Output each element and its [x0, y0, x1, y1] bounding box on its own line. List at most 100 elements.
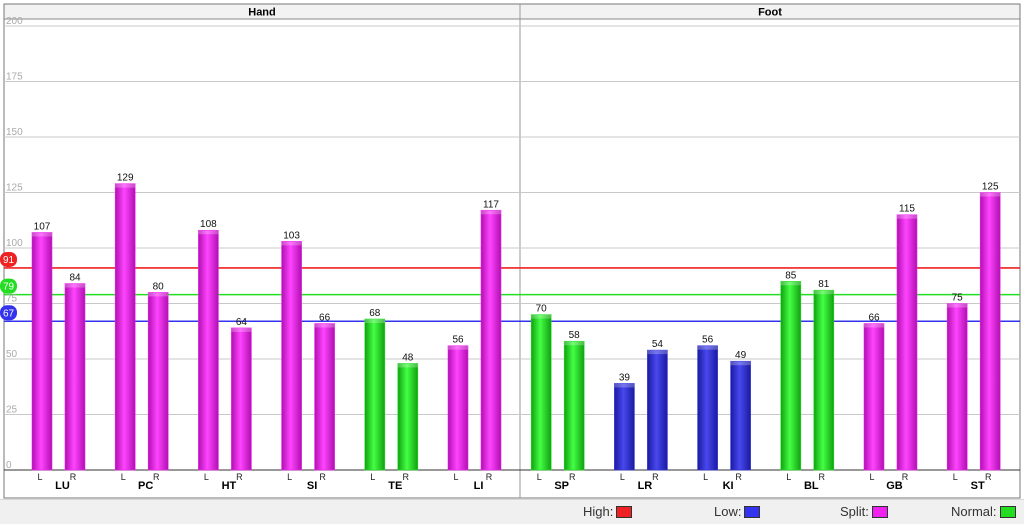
bar-sp-r [563, 340, 585, 471]
bar-value-label: 103 [283, 230, 300, 241]
bar-value-label: 115 [899, 204, 915, 215]
side-label-l: L [620, 472, 625, 482]
side-label-r: R [735, 472, 742, 482]
bar-value-label: 70 [536, 304, 548, 315]
bar-value-label: 58 [569, 330, 581, 341]
y-tick-label: 75 [6, 294, 18, 305]
bar-li-r [480, 209, 502, 471]
bar-ht-r [231, 327, 252, 471]
legend-item-high: High: [583, 504, 633, 519]
bar-cap [148, 292, 169, 297]
panel-title-hand: Hand [248, 7, 276, 19]
side-label-l: L [786, 472, 791, 482]
bar-value-label: 81 [818, 279, 830, 290]
side-label-l: L [869, 472, 874, 482]
bar-lr-r [647, 349, 668, 471]
bar-si-l [281, 241, 302, 471]
side-label-l: L [370, 472, 375, 482]
side-label-l: L [703, 472, 708, 482]
bar-st-r [979, 192, 1001, 471]
bar-bl-l [780, 280, 802, 471]
bar-ht-l [198, 229, 219, 471]
bar-sp-l [530, 314, 552, 471]
bar-cap [481, 210, 501, 215]
bar-value-label: 75 [952, 293, 964, 304]
bar-value-label: 129 [117, 173, 134, 184]
bar-cap [864, 323, 884, 328]
group-label-st: ST [971, 480, 985, 492]
bar-pc-l [114, 183, 136, 471]
bar-value-label: 39 [619, 372, 631, 383]
group-label-sp: SP [554, 480, 569, 492]
bar-cap [314, 323, 335, 328]
group-label-bl: BL [804, 480, 819, 492]
bar-st-l [946, 303, 968, 471]
legend-item-normal: Normal: [951, 504, 1016, 519]
bar-si-r [314, 323, 335, 471]
side-label-l: L [121, 472, 126, 482]
side-label-l: L [287, 472, 292, 482]
y-tick-label: 150 [6, 127, 23, 138]
side-label-r: R [569, 472, 576, 482]
panel-header-bar [3, 3, 1021, 20]
bar-cap [780, 281, 801, 286]
y-tick-label: 50 [6, 349, 18, 360]
group-label-li: LI [474, 480, 484, 492]
legend-label: Normal: [951, 504, 997, 519]
reference-badge-label: 67 [3, 308, 15, 319]
group-label-si: SI [307, 480, 317, 492]
side-label-l: L [204, 472, 209, 482]
bar-cap [281, 241, 302, 246]
bar-value-label: 108 [200, 219, 217, 230]
bar-te-l [364, 318, 386, 471]
legend-label: High: [583, 504, 614, 519]
legend-label: Low: [714, 504, 742, 519]
bar-ki-r [730, 360, 751, 471]
group-label-gb: GB [886, 480, 903, 492]
bar-gb-r [896, 214, 918, 471]
bar-cap [647, 350, 668, 355]
side-label-l: L [953, 472, 958, 482]
bar-cap [198, 230, 219, 235]
bar-value-label: 48 [402, 352, 414, 363]
bar-cap [980, 192, 1001, 197]
bar-cap [947, 303, 968, 308]
side-label-r: R [319, 472, 326, 482]
y-tick-label: 200 [6, 16, 23, 27]
bar-value-label: 107 [34, 221, 51, 232]
side-label-r: R [902, 472, 909, 482]
bar-bl-r [813, 289, 835, 471]
bar-gb-l [863, 323, 885, 471]
side-label-l: L [453, 472, 458, 482]
group-label-ht: HT [222, 480, 237, 492]
bar-cap [364, 319, 385, 324]
bar-cap [231, 327, 252, 332]
y-tick-label: 100 [6, 238, 23, 249]
legend-swatch [616, 505, 633, 518]
bar-cap [813, 290, 834, 295]
bar-te-r [397, 363, 419, 471]
bar-value-label: 125 [982, 182, 999, 193]
bar-lu-r [64, 283, 86, 471]
bar-value-label: 54 [652, 339, 664, 350]
side-label-r: R [236, 472, 243, 482]
reference-badge-label: 79 [3, 282, 15, 293]
bar-cap [697, 345, 718, 350]
side-label-l: L [37, 472, 42, 482]
y-tick-label: 25 [6, 405, 18, 416]
y-tick-label: 175 [6, 72, 23, 83]
legend-swatch [871, 505, 888, 518]
bar-pc-r [147, 292, 169, 471]
meridian-bar-chart: 91 79 67 Hand Foot 0 25 50 75 100 125 150 175 200 107… [0, 3, 1021, 499]
group-label-pc: PC [138, 480, 153, 492]
panel-title-foot: Foot [758, 7, 782, 19]
bar-value-label: 64 [236, 317, 248, 328]
bar-value-label: 56 [452, 335, 464, 346]
legend-label: Split: [840, 504, 869, 519]
bar-cap [115, 183, 136, 188]
legend-swatch [999, 505, 1016, 518]
group-label-ki: KI [723, 480, 734, 492]
side-label-r: R [153, 472, 160, 482]
side-label-r: R [70, 472, 77, 482]
y-tick-label: 125 [6, 183, 23, 194]
